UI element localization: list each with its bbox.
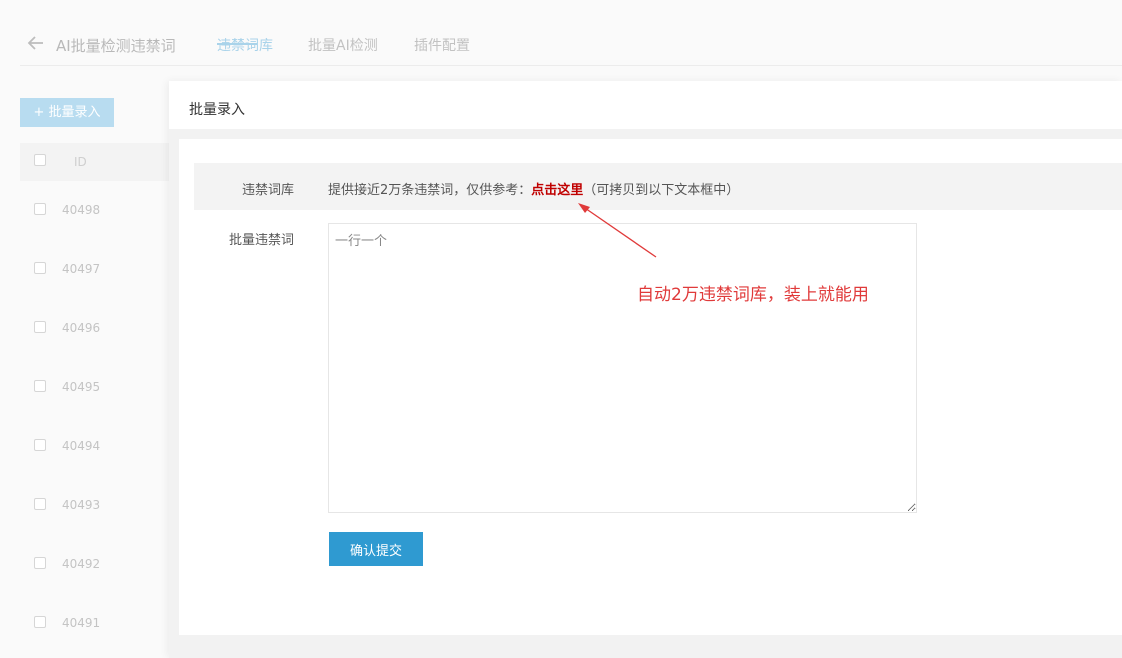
select-all-checkbox[interactable]: [34, 154, 46, 166]
library-text-before: 提供接近2万条违禁词，仅供参考：: [328, 183, 532, 198]
modal-header: 批量录入: [169, 81, 1122, 129]
row-checkbox[interactable]: [34, 321, 46, 333]
tab-prohibited-words[interactable]: 违禁词库: [217, 35, 273, 55]
page-title: AI批量检测违禁词: [56, 37, 176, 55]
table-row-id: 40498: [62, 203, 101, 217]
page-header: AI批量检测违禁词 违禁词库 批量AI检测 插件配置: [20, 20, 1122, 66]
batch-add-button[interactable]: + 批量录入: [20, 98, 114, 127]
row-checkbox[interactable]: [34, 203, 46, 215]
batch-entry-modal: 批量录入 违禁词库 提供接近2万条违禁词，仅供参考：点击这里（可拷贝到以下文本框…: [169, 81, 1122, 658]
tab-plugin-config[interactable]: 插件配置: [414, 35, 470, 55]
row-checkbox[interactable]: [34, 439, 46, 451]
modal-title: 批量录入: [189, 102, 245, 118]
batch-words-label: 批量违禁词: [228, 233, 294, 248]
row-checkbox[interactable]: [34, 262, 46, 274]
table-row-id: 40492: [62, 557, 101, 571]
row-checkbox[interactable]: [34, 498, 46, 510]
library-description: 提供接近2万条违禁词，仅供参考：点击这里（可拷贝到以下文本框中）: [328, 179, 739, 198]
confirm-submit-button[interactable]: 确认提交: [329, 532, 423, 566]
table-row-id: 40494: [62, 439, 101, 453]
table-row-id: 40493: [62, 498, 101, 512]
row-checkbox[interactable]: [34, 380, 46, 392]
row-checkbox[interactable]: [34, 616, 46, 628]
table-row-id: 40495: [62, 380, 101, 394]
id-column-header: ID: [74, 155, 87, 169]
table-row-id: 40497: [62, 262, 101, 276]
batch-words-textarea[interactable]: [328, 223, 917, 513]
tab-batch-ai-detect[interactable]: 批量AI检测: [308, 35, 378, 55]
library-label: 违禁词库: [241, 183, 294, 198]
row-checkbox[interactable]: [34, 557, 46, 569]
active-tab-indicator: [217, 43, 257, 45]
annotation-arrow-icon: [578, 203, 657, 258]
table-row-id: 40491: [62, 616, 101, 630]
table-row-id: 40496: [62, 321, 101, 335]
annotation-text: 自动2万违禁词库，装上就能用: [637, 285, 869, 305]
arrow-left-icon[interactable]: [27, 34, 45, 52]
